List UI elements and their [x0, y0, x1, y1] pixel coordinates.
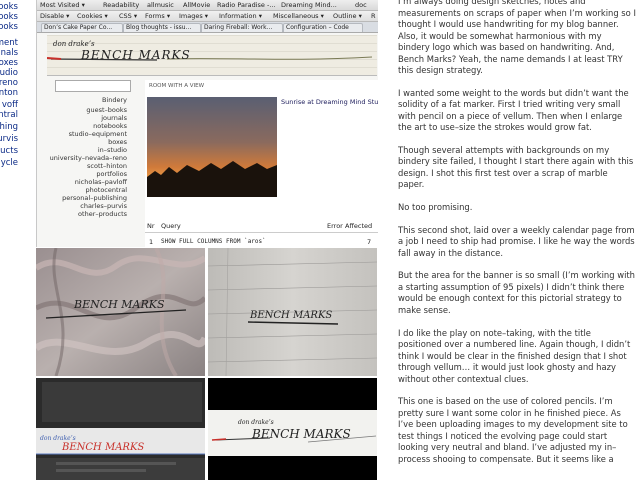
sidebar-link[interactable]: personal–publishing — [62, 194, 127, 202]
sidebar-link[interactable]: notebooks — [93, 122, 127, 130]
vellum-test-photo: don drake’s BENCH MARKS — [208, 378, 377, 480]
bookmark[interactable]: Dreaming Mind... — [281, 1, 337, 9]
browser-tab[interactable]: Configuration – Code — [283, 23, 363, 32]
pencil-small-text: don drake’s — [40, 435, 76, 442]
article-paragraph: Though several attempts with backgrounds… — [398, 144, 634, 190]
toolbar-menu[interactable]: Cookies ▾ — [77, 12, 108, 20]
sql-row-nr: 1 — [149, 238, 154, 246]
browser-tab[interactable]: Daring Fireball: Work... — [201, 23, 283, 32]
bookmark[interactable]: allmusic — [147, 1, 174, 9]
blog-article: I’m always doing design sketches, notes … — [398, 0, 636, 480]
marble-paper-test-photo: BENCH MARKS — [36, 248, 205, 376]
sidebar-link[interactable]: in–studio — [98, 146, 127, 154]
browser-screenshot: Most Visited ▾ Readability allmusic AllM… — [36, 0, 378, 247]
article-paragraph: I wanted some weight to the words but di… — [398, 87, 629, 133]
toolbar-menu[interactable]: R — [371, 12, 376, 20]
sidebar-link[interactable]: boxes — [108, 138, 127, 146]
left-nav-link[interactable]: ment — [0, 38, 18, 48]
article-paragraph: This one is based on the use of colored … — [398, 396, 628, 464]
vellum-banner-text: BENCH MARKS — [251, 427, 351, 441]
tab-bar: Don’s Cake Paper Co... Blog thoughts - i… — [37, 22, 378, 33]
vellum-small-text: don drake’s — [238, 419, 274, 426]
toolbar-menu[interactable]: Information ▾ — [219, 12, 262, 20]
bookmark[interactable]: Readability — [103, 1, 139, 9]
photo-title[interactable]: Sunrise at Dreaming Mind Studio — [281, 98, 378, 106]
sql-row-query: SHOW FULL COLUMNS FROM `aros` — [161, 238, 266, 245]
sidebar-link[interactable]: nicholas–pavloff — [75, 178, 127, 186]
webdev-toolbar: Disable ▾ Cookies ▾ CSS ▾ Forms ▾ Images… — [37, 11, 378, 22]
sidebar-link[interactable]: scott–hinton — [87, 162, 127, 170]
article-paragraph: I do like the play on note–taking, with … — [398, 327, 631, 384]
bookmark[interactable]: AllMovie — [183, 1, 210, 9]
toolbar-menu[interactable]: CSS ▾ — [119, 12, 137, 20]
bookmark[interactable]: Radio Paradise -... — [217, 1, 276, 9]
calendar-page-test-photo: BENCH MARKS — [208, 248, 377, 376]
sidebar-link[interactable]: university–nevada–reno — [50, 154, 127, 162]
left-nav-link[interactable]: reno — [0, 78, 18, 88]
left-nav-link[interactable]: voff — [2, 100, 18, 110]
site-sidebar: Bindery guest–books journals notebooks s… — [39, 92, 131, 232]
sql-divider — [145, 232, 378, 233]
article-paragraph: But the area for the banner is so small … — [398, 270, 635, 315]
left-nav-link[interactable]: urvis — [0, 134, 18, 144]
site-banner: don drake’s BENCH MARKS — [47, 35, 377, 76]
toolbar-menu[interactable]: Forms ▾ — [145, 12, 170, 20]
sidebar-link[interactable]: journals — [101, 114, 127, 122]
left-nav-clipped: ooks ooks ooks ment nals oxes udio reno … — [0, 0, 20, 480]
pencil-banner-text: BENCH MARKS — [61, 442, 144, 453]
banner-small-text: don drake’s — [53, 40, 95, 48]
left-nav-link[interactable]: ntral — [0, 110, 18, 120]
sidebar-link[interactable]: other–products — [78, 210, 127, 218]
sidebar-link[interactable]: photocentral — [86, 186, 127, 194]
left-nav-link[interactable]: udio — [0, 68, 18, 78]
bookmark[interactable]: doc — [355, 1, 367, 9]
sidebar-link[interactable]: studio–equipment — [69, 130, 127, 138]
left-nav-link[interactable]: oxes — [0, 58, 18, 68]
banner-title: BENCH MARKS — [81, 48, 191, 62]
browser-tab[interactable]: Don’s Cake Paper Co... — [41, 23, 123, 32]
left-nav-link[interactable]: hing — [0, 122, 18, 132]
left-nav-link[interactable]: nton — [0, 88, 18, 98]
sidebar-search-input[interactable] — [55, 80, 131, 92]
sql-header-query: Query — [161, 222, 181, 230]
sunrise-photo — [147, 97, 277, 197]
content-header: Room with a view — [149, 83, 205, 89]
bookmarks-toolbar: Most Visited ▾ Readability allmusic AllM… — [37, 0, 378, 11]
colored-pencil-test-photo: don drake’s BENCH MARKS — [36, 378, 205, 480]
sidebar-link[interactable]: Bindery — [102, 96, 127, 104]
calendar-photo-text: BENCH MARKS — [249, 310, 332, 321]
toolbar-menu[interactable]: Images ▾ — [179, 12, 208, 20]
left-nav-link[interactable]: ooks — [0, 2, 18, 12]
left-nav-link[interactable]: ucts — [0, 146, 18, 156]
left-nav-link[interactable]: ooks — [0, 12, 18, 22]
article-paragraph: No too promising. — [398, 202, 473, 213]
sql-header-error: Error — [327, 222, 343, 230]
left-nav-link[interactable]: ycle — [1, 158, 18, 168]
marble-photo-text: BENCH MARKS — [73, 298, 165, 311]
left-nav-link[interactable]: ooks — [0, 22, 18, 32]
bookmark[interactable]: Most Visited ▾ — [40, 1, 85, 9]
toolbar-menu[interactable]: Miscellaneous ▾ — [273, 12, 324, 20]
sql-row-affected: 7 — [367, 238, 372, 246]
left-nav-link[interactable]: nals — [1, 48, 18, 58]
sidebar-link[interactable]: portfolios — [96, 170, 127, 178]
article-paragraph: I’m always doing design sketches, notes … — [398, 0, 636, 75]
toolbar-menu[interactable]: Disable ▾ — [40, 12, 69, 20]
sidebar-link[interactable]: guest–books — [86, 106, 127, 114]
sql-header-affected: Affected — [345, 222, 373, 230]
toolbar-menu[interactable]: Outline ▾ — [333, 12, 362, 20]
article-paragraph: This second shot, laid over a weekly cal… — [398, 224, 635, 258]
browser-tab[interactable]: Blog thoughts - issu... — [123, 23, 201, 32]
sql-header-nr: Nr — [147, 222, 155, 230]
sidebar-link[interactable]: charles–purvis — [80, 202, 127, 210]
